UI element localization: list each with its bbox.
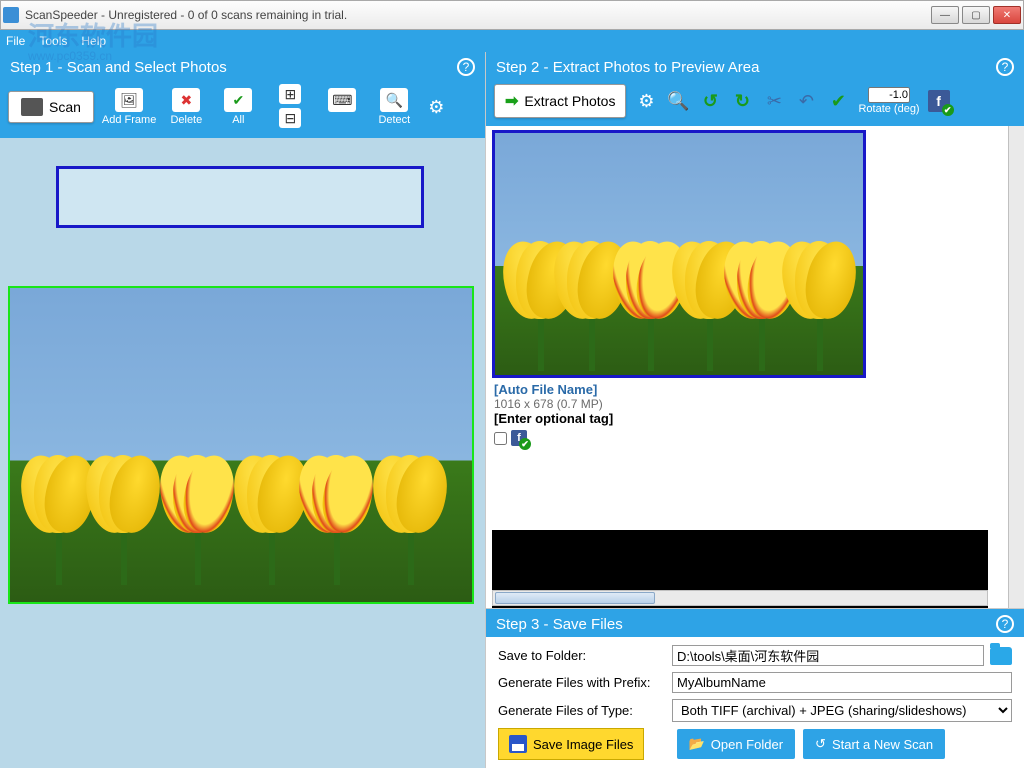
step2-toolbar: ➡ Extract Photos ⚙ 🔍 ↺ ↻ ✂ ↶ ✔ Rotate (d… <box>486 80 1024 126</box>
preview-photo <box>495 133 863 375</box>
preview-dimensions: 1016 x 678 (0.7 MP) <box>494 397 1000 411</box>
all-button[interactable]: ✔ All <box>216 88 260 126</box>
menu-file[interactable]: File <box>6 34 25 48</box>
minimize-button[interactable]: — <box>931 6 959 24</box>
rotate-degree-input[interactable] <box>868 87 910 103</box>
rotate-degree-control: Rotate (deg) <box>858 87 919 115</box>
cut-icon[interactable]: ✂ <box>762 89 786 113</box>
grid-toggle-button[interactable]: ⊞ ⊟ <box>268 84 312 130</box>
grid-plus-icon: ⊞ <box>279 84 301 104</box>
scanner-device-icon: ⌨ <box>328 88 356 112</box>
step2-header: Step 2 - Extract Photos to Preview Area … <box>486 52 1024 80</box>
select-all-icon: ✔ <box>224 88 252 112</box>
undo-icon[interactable]: ↶ <box>794 89 818 113</box>
zoom-icon[interactable]: 🔍 <box>666 89 690 113</box>
step2-settings-icon[interactable]: ⚙ <box>634 89 658 113</box>
menu-help[interactable]: Help <box>81 34 106 48</box>
selection-frame-photo[interactable] <box>8 286 474 604</box>
scanned-photo <box>10 288 472 602</box>
scan-canvas[interactable] <box>0 138 485 768</box>
preview-photo-frame[interactable] <box>492 130 866 378</box>
add-frame-button[interactable]: 🖼 Add Frame <box>102 88 156 126</box>
filetype-label: Generate Files of Type: <box>498 703 666 718</box>
save-disk-icon <box>509 735 527 753</box>
step3-header: Step 3 - Save Files ? <box>486 609 1024 637</box>
arrow-right-icon: ➡ <box>505 91 518 111</box>
add-frame-icon: 🖼 <box>115 88 143 112</box>
save-folder-label: Save to Folder: <box>498 648 666 663</box>
save-folder-input[interactable] <box>672 645 984 666</box>
delete-button[interactable]: ✖ Delete <box>164 88 208 126</box>
preview-tag-field[interactable]: [Enter optional tag] <box>494 411 1000 426</box>
scanner-icon <box>21 98 43 116</box>
rotate-right-icon[interactable]: ↻ <box>730 89 754 113</box>
selection-frame-empty[interactable] <box>56 166 424 228</box>
step1-help-icon[interactable]: ? <box>457 58 475 76</box>
preview-filename[interactable]: [Auto File Name] <box>494 382 1000 397</box>
preview-select-checkbox[interactable] <box>494 432 507 445</box>
step2-help-icon[interactable]: ? <box>996 58 1014 76</box>
rotate-left-icon[interactable]: ↺ <box>698 89 722 113</box>
magnifier-icon: 🔍 <box>380 88 408 112</box>
window-titlebar: ScanSpeeder - Unregistered - 0 of 0 scan… <box>0 0 1024 30</box>
browse-folder-icon[interactable] <box>990 647 1012 665</box>
scan-button[interactable]: Scan <box>8 91 94 123</box>
step3-panel: Step 3 - Save Files ? Save to Folder: Ge… <box>486 608 1024 768</box>
menu-bar: File Tools Help <box>0 30 1024 52</box>
app-icon <box>3 7 19 23</box>
start-new-scan-button[interactable]: ↺ Start a New Scan <box>803 729 945 759</box>
detect-button[interactable]: 🔍 Detect <box>372 88 416 126</box>
extract-photos-button[interactable]: ➡ Extract Photos <box>494 84 626 118</box>
open-folder-button[interactable]: 📂 Open Folder <box>677 729 795 759</box>
maximize-button[interactable]: ▢ <box>962 6 990 24</box>
scanner-select-button[interactable]: ⌨ <box>320 88 364 126</box>
prefix-input[interactable] <box>672 672 1012 693</box>
grid-minus-icon: ⊟ <box>279 108 301 128</box>
step3-settings-icon[interactable]: ⚙ <box>652 734 668 755</box>
apply-icon[interactable]: ✔ <box>826 89 850 113</box>
horizontal-scrollbar[interactable] <box>492 590 988 606</box>
step1-settings-icon[interactable]: ⚙ <box>424 95 448 119</box>
facebook-icon[interactable]: f <box>928 90 950 112</box>
window-title: ScanSpeeder - Unregistered - 0 of 0 scan… <box>25 8 347 22</box>
facebook-share-icon[interactable]: f <box>511 430 527 446</box>
folder-open-icon: 📂 <box>689 736 705 752</box>
preview-metadata: [Auto File Name] 1016 x 678 (0.7 MP) [En… <box>492 378 1002 450</box>
step1-header: Step 1 - Scan and Select Photos ? <box>0 52 485 80</box>
preview-area: [Auto File Name] 1016 x 678 (0.7 MP) [En… <box>486 126 1008 608</box>
step3-help-icon[interactable]: ? <box>996 615 1014 633</box>
refresh-icon: ↺ <box>815 736 826 752</box>
save-image-files-button[interactable]: Save Image Files <box>498 728 644 760</box>
menu-tools[interactable]: Tools <box>39 34 67 48</box>
close-button[interactable]: ✕ <box>993 6 1021 24</box>
prefix-label: Generate Files with Prefix: <box>498 675 666 690</box>
step1-toolbar: Scan 🖼 Add Frame ✖ Delete ✔ All ⊞ ⊟ ⌨ <box>0 80 485 138</box>
vertical-scrollbar[interactable] <box>1008 126 1024 608</box>
delete-icon: ✖ <box>172 88 200 112</box>
filetype-select[interactable]: Both TIFF (archival) + JPEG (sharing/sli… <box>672 699 1012 722</box>
